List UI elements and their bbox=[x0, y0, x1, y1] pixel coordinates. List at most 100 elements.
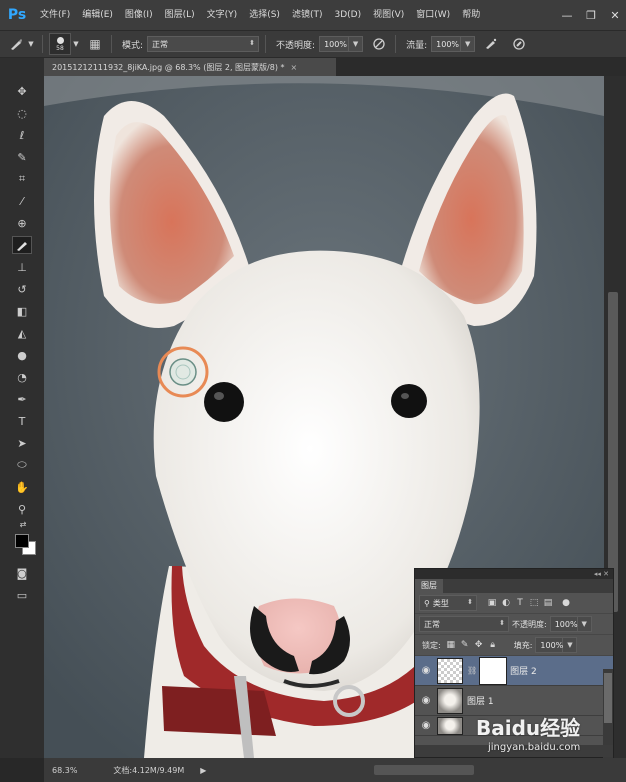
mode-value: 正常 bbox=[152, 39, 169, 49]
paint-bucket-icon[interactable]: ◭ bbox=[12, 324, 32, 342]
menu-edit[interactable]: 编辑(E) bbox=[76, 0, 119, 30]
brush-panel-toggle-icon[interactable]: ▦ bbox=[85, 34, 105, 54]
filter-shape-icon[interactable]: ⬚ bbox=[527, 596, 541, 610]
menu-help[interactable]: 帮助 bbox=[456, 0, 486, 30]
history-brush-icon[interactable]: ↺ bbox=[12, 280, 32, 298]
opacity-input[interactable]: 100% bbox=[319, 36, 350, 52]
pen-icon[interactable]: ✒ bbox=[12, 390, 32, 408]
flow-slider-toggle[interactable]: ▼ bbox=[461, 36, 476, 52]
flow-input[interactable]: 100% bbox=[431, 36, 462, 52]
tools-panel: ✥ ◌ ℓ ✎ ⌗ ⁄ ⊕ ⊥ ↺ ◧ ◭ ● ◔ ✒ T ➤ ⬭ ✋ ⚲ ⇄ … bbox=[0, 58, 44, 758]
search-icon: ⚲ bbox=[424, 598, 430, 608]
quick-select-icon[interactable]: ✎ bbox=[12, 148, 32, 166]
pressure-size-icon[interactable] bbox=[509, 34, 529, 54]
blend-mode-dropdown[interactable]: 正常 ⬍ bbox=[419, 616, 509, 632]
menu-filter[interactable]: 滤镜(T) bbox=[286, 0, 329, 30]
lasso-icon[interactable]: ℓ bbox=[12, 126, 32, 144]
dodge-icon[interactable]: ◔ bbox=[12, 368, 32, 386]
opacity-slider-toggle[interactable]: ▼ bbox=[349, 36, 364, 52]
foreground-color-swatch[interactable] bbox=[15, 534, 29, 548]
quick-mask-icon[interactable]: ◙ bbox=[12, 564, 32, 582]
lock-position-icon[interactable]: ✥ bbox=[472, 638, 486, 652]
filter-kind-dropdown[interactable]: ⚲ 类型 ⬍ bbox=[419, 595, 477, 611]
close-icon[interactable]: ✕ bbox=[604, 5, 626, 25]
marquee-icon[interactable]: ◌ bbox=[12, 104, 32, 122]
scrollbar-thumb[interactable] bbox=[608, 292, 618, 612]
brush-tip-icon bbox=[56, 36, 64, 44]
menu-file[interactable]: 文件(F) bbox=[34, 0, 76, 30]
screen-mode-icon[interactable]: ▭ bbox=[12, 586, 32, 604]
healing-icon[interactable]: ⊕ bbox=[12, 214, 32, 232]
fill-input[interactable]: 100% bbox=[535, 637, 564, 653]
status-menu-arrow-icon[interactable]: ▶ bbox=[192, 766, 214, 775]
airbrush-icon[interactable] bbox=[481, 34, 501, 54]
brush-size-picker[interactable]: 58 bbox=[49, 33, 71, 55]
filter-adjustment-icon[interactable]: ◐ bbox=[499, 596, 513, 610]
filter-type-icon[interactable]: T bbox=[513, 596, 527, 610]
menu-3d[interactable]: 3D(D) bbox=[328, 0, 367, 30]
lock-label: 锁定: bbox=[422, 640, 441, 650]
menu-window[interactable]: 窗口(W) bbox=[410, 0, 456, 30]
fill-slider-toggle[interactable]: ▼ bbox=[563, 637, 578, 653]
restore-icon[interactable]: ❐ bbox=[580, 5, 602, 25]
zoom-icon[interactable]: ⚲ bbox=[12, 500, 32, 518]
watermark-brand: Baidu经验 bbox=[476, 716, 581, 740]
layer-thumbnail bbox=[437, 716, 463, 735]
tab-layers[interactable]: 图层 bbox=[415, 579, 443, 593]
mode-label: 模式: bbox=[122, 40, 144, 51]
eye-icon[interactable]: ◉ bbox=[415, 665, 437, 676]
layer-opacity-input[interactable]: 100% bbox=[549, 616, 578, 632]
mode-dropdown[interactable]: 正常 ⬍ bbox=[147, 36, 260, 52]
eyedropper-icon[interactable]: ⁄ bbox=[12, 192, 32, 210]
filter-smart-object-icon[interactable]: ▤ bbox=[541, 596, 555, 610]
blur-icon[interactable]: ● bbox=[12, 346, 32, 364]
eye-icon[interactable]: ◉ bbox=[415, 695, 437, 706]
menu-layer[interactable]: 图层(L) bbox=[159, 0, 201, 30]
close-tab-icon[interactable]: × bbox=[290, 63, 297, 72]
filter-kind-value: 类型 bbox=[432, 598, 449, 608]
brush-tool-preset-icon[interactable] bbox=[6, 34, 26, 54]
menu-image[interactable]: 图像(I) bbox=[119, 0, 159, 30]
layer-mask-thumbnail[interactable] bbox=[479, 656, 508, 685]
filter-pixel-icon[interactable]: ▣ bbox=[485, 596, 499, 610]
chevron-down-icon[interactable]: ▼ bbox=[71, 34, 81, 54]
stamp-icon[interactable]: ⊥ bbox=[12, 258, 32, 276]
document-tab-bar: 20151212111932_8jiKA.jpg @ 68.3% (图层 2, … bbox=[44, 58, 626, 76]
menu-select[interactable]: 选择(S) bbox=[243, 0, 286, 30]
document-tab[interactable]: 20151212111932_8jiKA.jpg @ 68.3% (图层 2, … bbox=[44, 58, 336, 76]
move-icon[interactable]: ✥ bbox=[12, 82, 32, 100]
crop-icon[interactable]: ⌗ bbox=[12, 170, 32, 188]
panel-collapse-bar[interactable]: ◂◂ ✕ bbox=[415, 569, 613, 579]
minimize-icon[interactable]: — bbox=[556, 5, 578, 25]
layer-opacity-slider-toggle[interactable]: ▼ bbox=[577, 616, 592, 632]
path-select-icon[interactable]: ➤ bbox=[12, 434, 32, 452]
layer-name: 图层 2 bbox=[510, 667, 537, 677]
chevron-down-icon[interactable]: ▼ bbox=[26, 34, 36, 54]
shape-icon[interactable]: ⬭ bbox=[12, 456, 32, 474]
filter-toggle-icon[interactable]: ● bbox=[559, 596, 573, 610]
layer-opacity-label: 不透明度: bbox=[512, 619, 547, 629]
dropdown-arrow-icon: ⬍ bbox=[467, 598, 473, 606]
brush-icon[interactable] bbox=[12, 236, 32, 254]
horizontal-scrollbar-thumb[interactable] bbox=[374, 765, 474, 775]
options-bar: ▼ 58 ▼ ▦ 模式: 正常 ⬍ 不透明度: 100% ▼ 流量: 100% … bbox=[0, 30, 626, 58]
lock-image-icon[interactable]: ✎ bbox=[458, 638, 472, 652]
hand-icon[interactable]: ✋ bbox=[12, 478, 32, 496]
swap-colors-icon[interactable]: ⇄ bbox=[14, 518, 32, 530]
menu-view[interactable]: 视图(V) bbox=[367, 0, 410, 30]
flow-value: 100% bbox=[436, 39, 460, 49]
type-icon[interactable]: T bbox=[12, 412, 32, 430]
layer-thumbnail bbox=[437, 687, 463, 714]
fill-value: 100% bbox=[540, 640, 564, 650]
menu-type[interactable]: 文字(Y) bbox=[201, 0, 244, 30]
layer-row[interactable]: ◉ ⛓ 图层 2 bbox=[415, 656, 613, 686]
mask-link-icon[interactable]: ⛓ bbox=[467, 666, 477, 675]
lock-transparent-icon[interactable]: ▦ bbox=[444, 638, 458, 652]
eye-icon[interactable]: ◉ bbox=[415, 720, 437, 731]
layers-tab-bar: 图层 bbox=[415, 579, 613, 593]
zoom-level[interactable]: 68.3% bbox=[44, 766, 85, 775]
watermark-url: jingyan.baidu.com bbox=[488, 742, 581, 753]
pressure-opacity-icon[interactable] bbox=[369, 34, 389, 54]
eraser-icon[interactable]: ◧ bbox=[12, 302, 32, 320]
lock-all-icon[interactable]: 🔒︎ bbox=[486, 638, 500, 652]
